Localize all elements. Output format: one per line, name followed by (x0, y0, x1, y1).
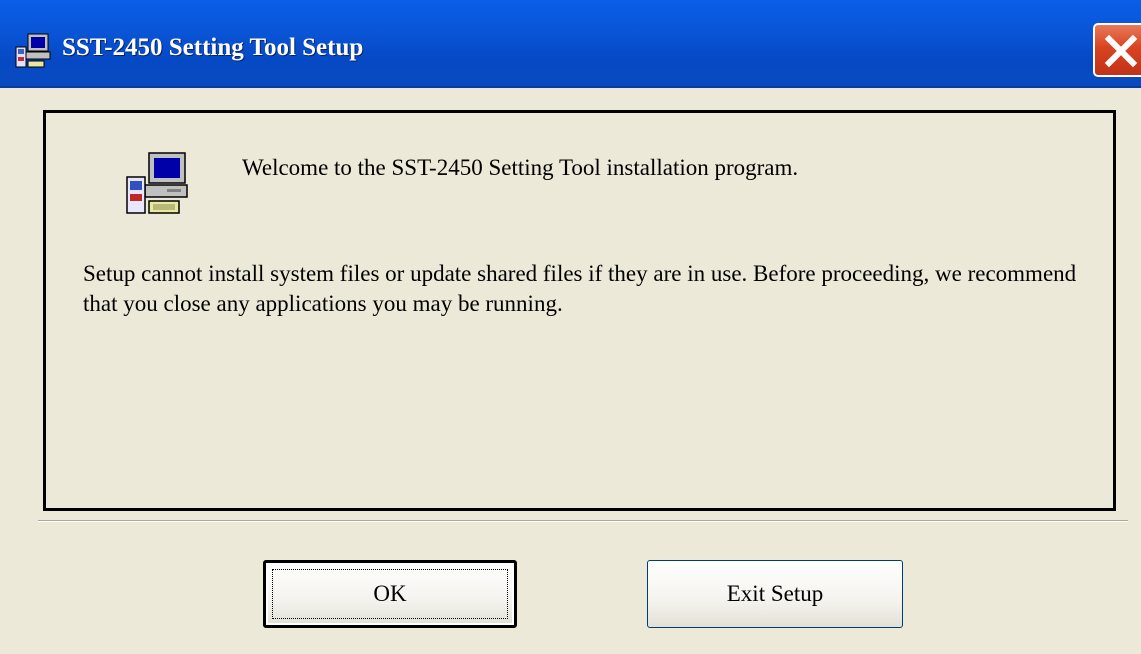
close-button[interactable] (1093, 23, 1141, 77)
exit-setup-button-label: Exit Setup (726, 581, 824, 606)
content-panel: Welcome to the SST-2450 Setting Tool ins… (43, 110, 1116, 511)
setup-note-text: Setup cannot install system files or upd… (83, 261, 1077, 316)
ok-button[interactable]: OK (263, 560, 517, 628)
ok-button-label: OK (373, 581, 407, 606)
window-title: SST-2450 Setting Tool Setup (62, 34, 364, 61)
divider (38, 520, 1128, 522)
setup-computer-icon (123, 147, 195, 219)
setup-computer-icon (14, 30, 54, 70)
welcome-text: Welcome to the SST-2450 Setting Tool ins… (242, 155, 799, 180)
title-bar[interactable]: SST-2450 Setting Tool Setup (0, 0, 1141, 88)
exit-setup-button[interactable]: Exit Setup (647, 560, 903, 628)
